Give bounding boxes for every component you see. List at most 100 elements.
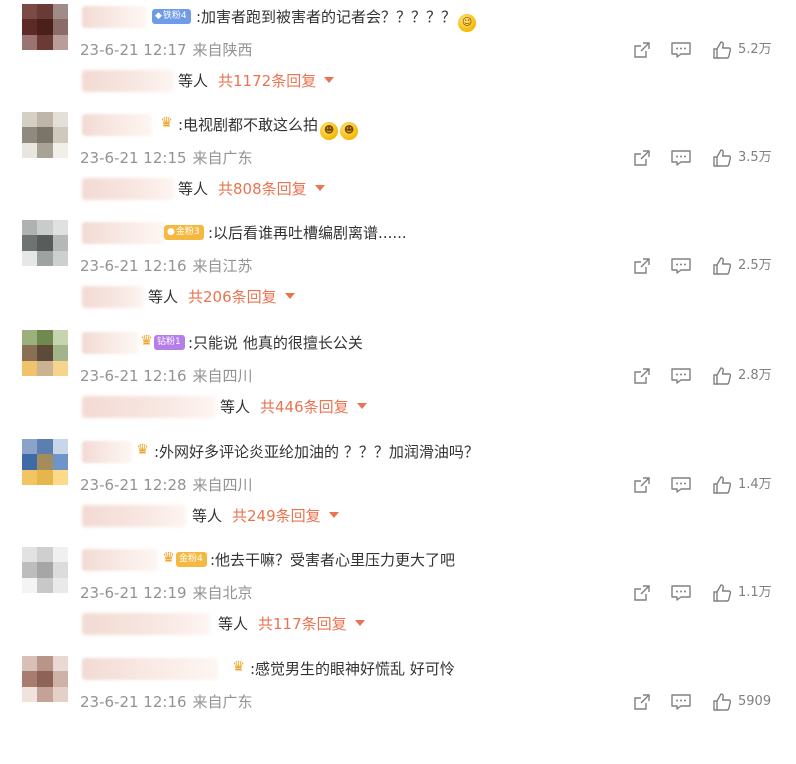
avatar-mosaic-cell	[37, 547, 53, 563]
comment-location: 来自广东	[192, 693, 253, 711]
avatar-mosaic-cell	[52, 686, 68, 702]
like-icon[interactable]	[712, 148, 732, 168]
share-icon[interactable]	[632, 366, 652, 386]
like-count: 2.5万	[738, 258, 772, 273]
fan-badge-label: 金粉4	[179, 554, 203, 564]
comment-item: ♛ :电视剧都不敢这么拍 ☻ ☻ 23-6-21 12:15 来自广东 3.5万 等人…	[0, 112, 796, 220]
view-replies-label: 共249条回复	[232, 507, 321, 525]
avatar-mosaic-cell	[22, 250, 38, 266]
comment-location: 来自江苏	[192, 257, 253, 275]
comment-icon[interactable]	[670, 583, 692, 603]
view-replies-link[interactable]: 共249条回复	[232, 507, 339, 525]
view-replies-link[interactable]: 共117条回复	[258, 615, 365, 633]
username-blurred[interactable]	[82, 114, 152, 136]
fan-badge[interactable]: ●金粉3	[164, 225, 204, 240]
username-blurred[interactable]	[82, 332, 138, 354]
view-replies-link[interactable]: 共1172条回复	[218, 72, 335, 90]
like-icon[interactable]	[712, 583, 732, 603]
comment-item: ♛ :外网好多评论炎亚纶加油的 ？？？加润滑油吗？ 23-6-21 12:28 来…	[0, 439, 796, 547]
like-icon[interactable]	[712, 40, 732, 60]
username-blurred[interactable]	[82, 549, 158, 571]
fan-badge[interactable]: 钻粉1	[154, 335, 185, 350]
comment-meta: 23-6-21 12:17 来自陕西	[80, 40, 253, 60]
comment-location: 来自四川	[192, 367, 253, 385]
avatar-mosaic-cell	[37, 112, 53, 128]
avatar-mosaic-cell	[37, 562, 53, 578]
avatar[interactable]	[22, 547, 68, 593]
avatar[interactable]	[22, 330, 68, 376]
avatar[interactable]	[22, 656, 68, 702]
chevron-down-icon	[328, 512, 339, 518]
avatar-mosaic-cell	[37, 345, 53, 361]
avatar-mosaic-cell	[52, 220, 68, 236]
reply-summary-text: 等人 共117条回复	[218, 613, 365, 635]
like-count: 2.8万	[738, 368, 772, 383]
comment-date: 23-6-21 12:16	[80, 367, 187, 385]
share-icon[interactable]	[632, 475, 652, 495]
avatar-mosaic-cell	[37, 330, 53, 346]
avatar-mosaic-cell	[37, 34, 53, 50]
comment-icon[interactable]	[670, 148, 692, 168]
replier-names-blurred	[82, 613, 210, 635]
comment-item: ♛ 金粉4 :他去干嘛？受害者心里压力更大了吧 23-6-21 12:19 来自北…	[0, 547, 796, 655]
avatar-mosaic-cell	[37, 656, 53, 672]
view-replies-link[interactable]: 共808条回复	[218, 180, 325, 198]
username-blurred[interactable]	[82, 6, 146, 28]
avatar-mosaic-cell	[22, 562, 38, 578]
grinning-sweat-emoji-icon: ☺	[458, 14, 477, 32]
view-replies-label: 共1172条回复	[218, 72, 317, 90]
like-icon[interactable]	[712, 475, 732, 495]
fan-badge[interactable]: 金粉4	[176, 552, 207, 567]
comment-text: :只能说 他真的很擅长公关	[188, 332, 363, 354]
avatar-mosaic-cell	[22, 656, 38, 672]
comment-location: 来自陕西	[192, 41, 253, 59]
comment-icon[interactable]	[670, 475, 692, 495]
like-icon[interactable]	[712, 366, 732, 386]
comment-meta: 23-6-21 12:15 来自广东	[80, 148, 253, 168]
share-icon[interactable]	[632, 583, 652, 603]
comment-icon[interactable]	[670, 366, 692, 386]
avatar-mosaic-cell	[37, 439, 53, 455]
comment-icon[interactable]	[670, 40, 692, 60]
avatar-mosaic-cell	[22, 19, 38, 35]
share-icon[interactable]	[632, 256, 652, 276]
chevron-down-icon	[356, 403, 367, 409]
username-blurred[interactable]	[82, 441, 132, 463]
avatar-mosaic-cell	[22, 127, 38, 143]
username-blurred[interactable]	[82, 658, 218, 680]
avatar[interactable]	[22, 220, 68, 266]
share-icon[interactable]	[632, 40, 652, 60]
avatar-mosaic-cell	[37, 454, 53, 470]
comment-text-body: :加害者跑到被害者的记者会？？？？？	[196, 8, 457, 26]
reply-summary-text: 等人 共249条回复	[192, 505, 339, 527]
comment-text: :加害者跑到被害者的记者会？？？？？ ☺	[196, 6, 477, 32]
fan-badge[interactable]: ◆铁粉4	[152, 9, 191, 24]
username-blurred[interactable]	[82, 222, 164, 244]
comment-icon[interactable]	[670, 256, 692, 276]
avatar-mosaic-cell	[52, 235, 68, 251]
comment-meta: 23-6-21 12:16 来自四川	[80, 366, 253, 386]
view-replies-label: 共206条回复	[188, 288, 277, 306]
reply-prefix: 等人	[192, 507, 223, 525]
avatar[interactable]	[22, 112, 68, 158]
avatar-mosaic-cell	[22, 547, 38, 563]
avatar[interactable]	[22, 439, 68, 485]
comment-text-body: :电视剧都不敢这么拍	[178, 116, 319, 134]
like-icon[interactable]	[712, 692, 732, 712]
view-replies-link[interactable]: 共446条回复	[260, 398, 367, 416]
avatar-mosaic-cell	[52, 671, 68, 687]
avatar-mosaic-cell	[22, 220, 38, 236]
crown-icon: ♛	[136, 442, 149, 458]
reply-prefix: 等人	[220, 398, 251, 416]
comment-meta: 23-6-21 12:19 来自北京	[80, 583, 253, 603]
avatar[interactable]	[22, 4, 68, 50]
like-icon[interactable]	[712, 256, 732, 276]
avatar-mosaic-cell	[52, 19, 68, 35]
comment-icon[interactable]	[670, 692, 692, 712]
comment-date: 23-6-21 12:16	[80, 693, 187, 711]
share-icon[interactable]	[632, 148, 652, 168]
avatar-mosaic-cell	[22, 439, 38, 455]
view-replies-link[interactable]: 共206条回复	[188, 288, 295, 306]
share-icon[interactable]	[632, 692, 652, 712]
avatar-mosaic-cell	[52, 330, 68, 346]
